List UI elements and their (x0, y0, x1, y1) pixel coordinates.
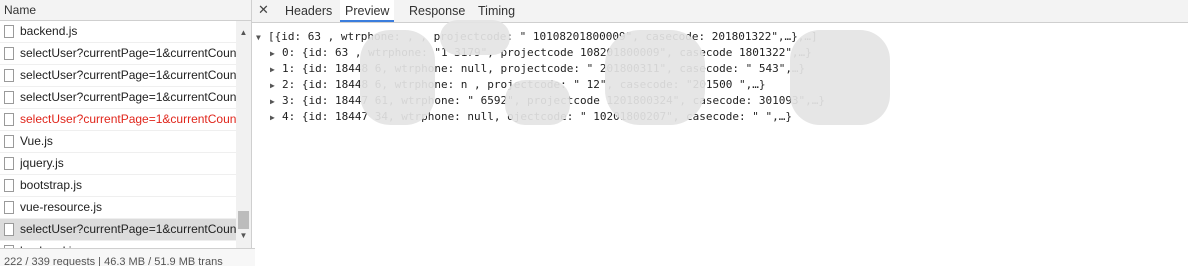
request-row[interactable]: bootstrap.js (0, 175, 236, 197)
collapse-triangle-icon[interactable]: ▶ (270, 97, 282, 106)
request-row[interactable]: selectUser?currentPage=1&currentCoun (0, 65, 236, 87)
request-row[interactable]: backend.js (0, 21, 236, 43)
request-row[interactable]: backend.js (0, 241, 236, 248)
scrollbar-thumb[interactable] (238, 211, 249, 229)
request-list: backend.js selectUser?currentPage=1&curre… (0, 21, 236, 248)
redaction-blur (605, 30, 705, 125)
scroll-down-icon[interactable]: ▼ (236, 230, 251, 242)
request-row[interactable]: selectUser?currentPage=1&currentCoun (0, 219, 236, 241)
scroll-up-icon[interactable]: ▲ (236, 27, 251, 39)
redaction-blur (505, 80, 570, 125)
json-root-line[interactable]: ▼ [{id: 63 , wtrphone: , , projectcode: "… (256, 30, 818, 43)
name-column-header[interactable]: Name (0, 0, 251, 21)
request-name: selectUser?currentPage=1&currentCoun (20, 68, 236, 82)
network-request-panel: Name backend.js selectUser?currentPage=1&… (0, 0, 255, 266)
request-row[interactable]: selectUser?currentPage=1&currentCoun (0, 109, 236, 131)
request-name: Vue.js (20, 134, 53, 148)
detail-tab-bar: ✕ Headers Preview Response Timing (252, 0, 1188, 23)
request-row[interactable]: Vue.js (0, 131, 236, 153)
request-row[interactable]: vue-resource.js (0, 197, 236, 219)
request-name: jquery.js (20, 156, 64, 170)
file-icon (4, 25, 14, 38)
collapse-triangle-icon[interactable]: ▶ (270, 81, 282, 90)
expand-triangle-icon[interactable]: ▼ (256, 33, 268, 42)
request-row[interactable]: selectUser?currentPage=1&currentCoun (0, 43, 236, 65)
close-icon[interactable]: ✕ (258, 2, 269, 18)
json-item-0[interactable]: ▶ 0: {id: 63 , wtrphone: "1 3179", projec… (270, 46, 812, 59)
file-icon (4, 113, 14, 126)
file-icon (4, 201, 14, 214)
request-name: selectUser?currentPage=1&currentCoun (20, 90, 236, 104)
request-name: selectUser?currentPage=1&currentCoun (20, 112, 236, 126)
redaction-blur (790, 30, 890, 125)
request-name: backend.js (20, 24, 78, 38)
request-name: selectUser?currentPage=1&currentCoun (20, 46, 236, 60)
file-icon (4, 47, 14, 60)
tab-response[interactable]: Response (409, 0, 465, 22)
file-icon (4, 69, 14, 82)
request-name: backend.js (20, 241, 77, 248)
collapse-triangle-icon[interactable]: ▶ (270, 65, 282, 74)
file-icon (4, 179, 14, 192)
tab-preview[interactable]: Preview (340, 0, 395, 22)
request-summary-status: 222 / 339 requests | 46.3 MB / 51.9 MB t… (0, 248, 255, 266)
request-name: vue-resource.js (20, 200, 103, 214)
request-list-scrollbar[interactable]: ▲ ▼ (236, 21, 251, 248)
redaction-blur (440, 20, 510, 55)
file-icon (4, 135, 14, 148)
redaction-blur (360, 30, 435, 125)
collapse-triangle-icon[interactable]: ▶ (270, 49, 282, 58)
request-row[interactable]: jquery.js (0, 153, 236, 175)
collapse-triangle-icon[interactable]: ▶ (270, 113, 282, 122)
json-item-1[interactable]: ▶ 1: {id: 18448 6, wtrphone: null, projec… (270, 62, 805, 75)
request-row[interactable]: selectUser?currentPage=1&currentCoun (0, 87, 236, 109)
file-icon (4, 91, 14, 104)
tab-timing[interactable]: Timing (478, 0, 515, 22)
tab-headers[interactable]: Headers (285, 0, 332, 22)
request-name: selectUser?currentPage=1&currentCoun (20, 222, 236, 236)
file-icon (4, 223, 14, 236)
file-icon (4, 157, 14, 170)
request-name: bootstrap.js (20, 178, 83, 192)
